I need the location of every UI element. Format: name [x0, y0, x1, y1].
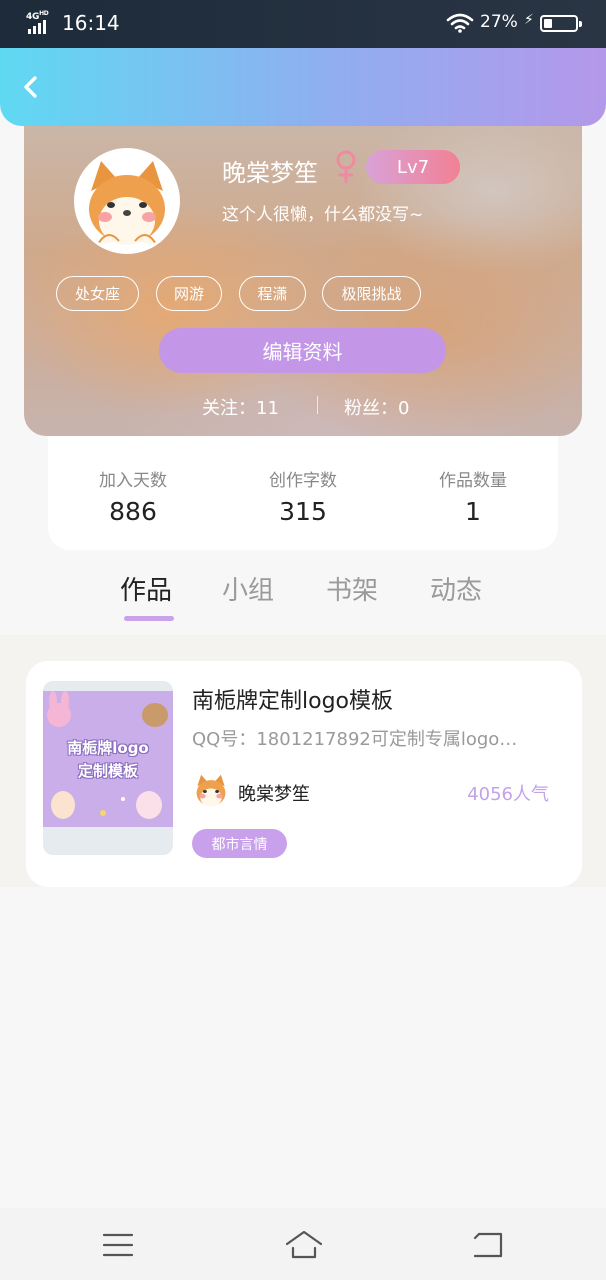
signal-icon: 4GHD [26, 10, 56, 34]
popularity-count: 4056人气 [467, 784, 549, 805]
tag-item[interactable]: 网游 [156, 276, 222, 311]
tab-bar: 作品 小组 书架 动态 [0, 560, 606, 635]
stat-join-days: 加入天数 886 [48, 466, 218, 526]
user-bio: 这个人很懒，什么都没写~ [222, 205, 424, 225]
system-nav-bar [0, 1208, 606, 1280]
charging-icon: ⚡ [524, 12, 534, 28]
work-description: QQ号：1801217892可定制专属logo… [192, 729, 518, 750]
stat-word-count: 创作字数 315 [218, 466, 388, 526]
tab-activity[interactable]: 动态 [430, 570, 482, 607]
work-title[interactable]: 南栀牌定制logo模板 [192, 683, 393, 715]
menu-icon[interactable] [101, 1228, 135, 1262]
stat-label: 加入天数 [99, 471, 167, 491]
network-sup: HD [39, 10, 49, 17]
edit-profile-button[interactable]: 编辑资料 [159, 328, 446, 373]
home-icon[interactable] [285, 1228, 323, 1262]
genre-tag[interactable]: 都市言情 [192, 829, 287, 858]
cover-text-line: 定制模板 [77, 762, 138, 780]
profile-card: 晚棠梦笙 Lv7 这个人很懒，什么都没写~ 处女座 网游 程潇 极限挑战 编辑资… [24, 100, 582, 436]
wifi-icon [446, 13, 474, 33]
follow-row: 关注：11 粉丝：0 [24, 394, 582, 420]
status-bar: 4GHD 16:14 27% ⚡ [0, 0, 606, 48]
stat-label: 创作字数 [269, 471, 337, 491]
tab-groups[interactable]: 小组 [222, 570, 274, 607]
shiba-avatar-image [77, 151, 177, 251]
tag-item[interactable]: 处女座 [56, 276, 139, 311]
stat-value: 1 [465, 497, 481, 526]
tab-indicator [124, 616, 174, 621]
following-count[interactable]: 关注：11 [202, 394, 279, 420]
tab-works[interactable]: 作品 [120, 570, 172, 607]
battery-fill [544, 19, 552, 28]
fans-count[interactable]: 粉丝：0 [344, 394, 409, 420]
tag-item[interactable]: 程潇 [239, 276, 306, 311]
tab-bookshelf[interactable]: 书架 [326, 570, 378, 607]
works-list: 南栀牌logo 定制模板 南栀牌定制logo模板 QQ号：1801217892可… [0, 635, 606, 887]
work-card[interactable]: 南栀牌logo 定制模板 南栀牌定制logo模板 QQ号：1801217892可… [26, 661, 582, 887]
battery-icon [540, 15, 582, 32]
stat-label: 作品数量 [439, 471, 507, 491]
stat-value: 315 [279, 497, 327, 526]
user-name: 晚棠梦笙 [222, 159, 318, 187]
level-badge: Lv7 [366, 150, 460, 184]
cover-text-line: 南栀牌logo [67, 739, 149, 757]
divider [317, 396, 318, 414]
author-avatar[interactable] [192, 771, 230, 809]
author-name[interactable]: 晚棠梦笙 [238, 780, 310, 806]
stat-work-count: 作品数量 1 [388, 466, 558, 526]
chevron-left-icon[interactable] [18, 74, 44, 100]
tag-item[interactable]: 极限挑战 [322, 276, 421, 311]
shiba-avatar-image [192, 771, 230, 809]
back-icon[interactable] [471, 1228, 505, 1262]
status-time: 16:14 [62, 11, 120, 35]
avatar[interactable] [74, 148, 180, 254]
stats-card: 加入天数 886 创作字数 315 作品数量 1 [48, 430, 558, 550]
female-icon [336, 150, 356, 184]
top-header [0, 48, 606, 126]
work-cover[interactable]: 南栀牌logo 定制模板 [43, 681, 173, 855]
stat-value: 886 [109, 497, 157, 526]
battery-percent: 27% [480, 12, 518, 32]
